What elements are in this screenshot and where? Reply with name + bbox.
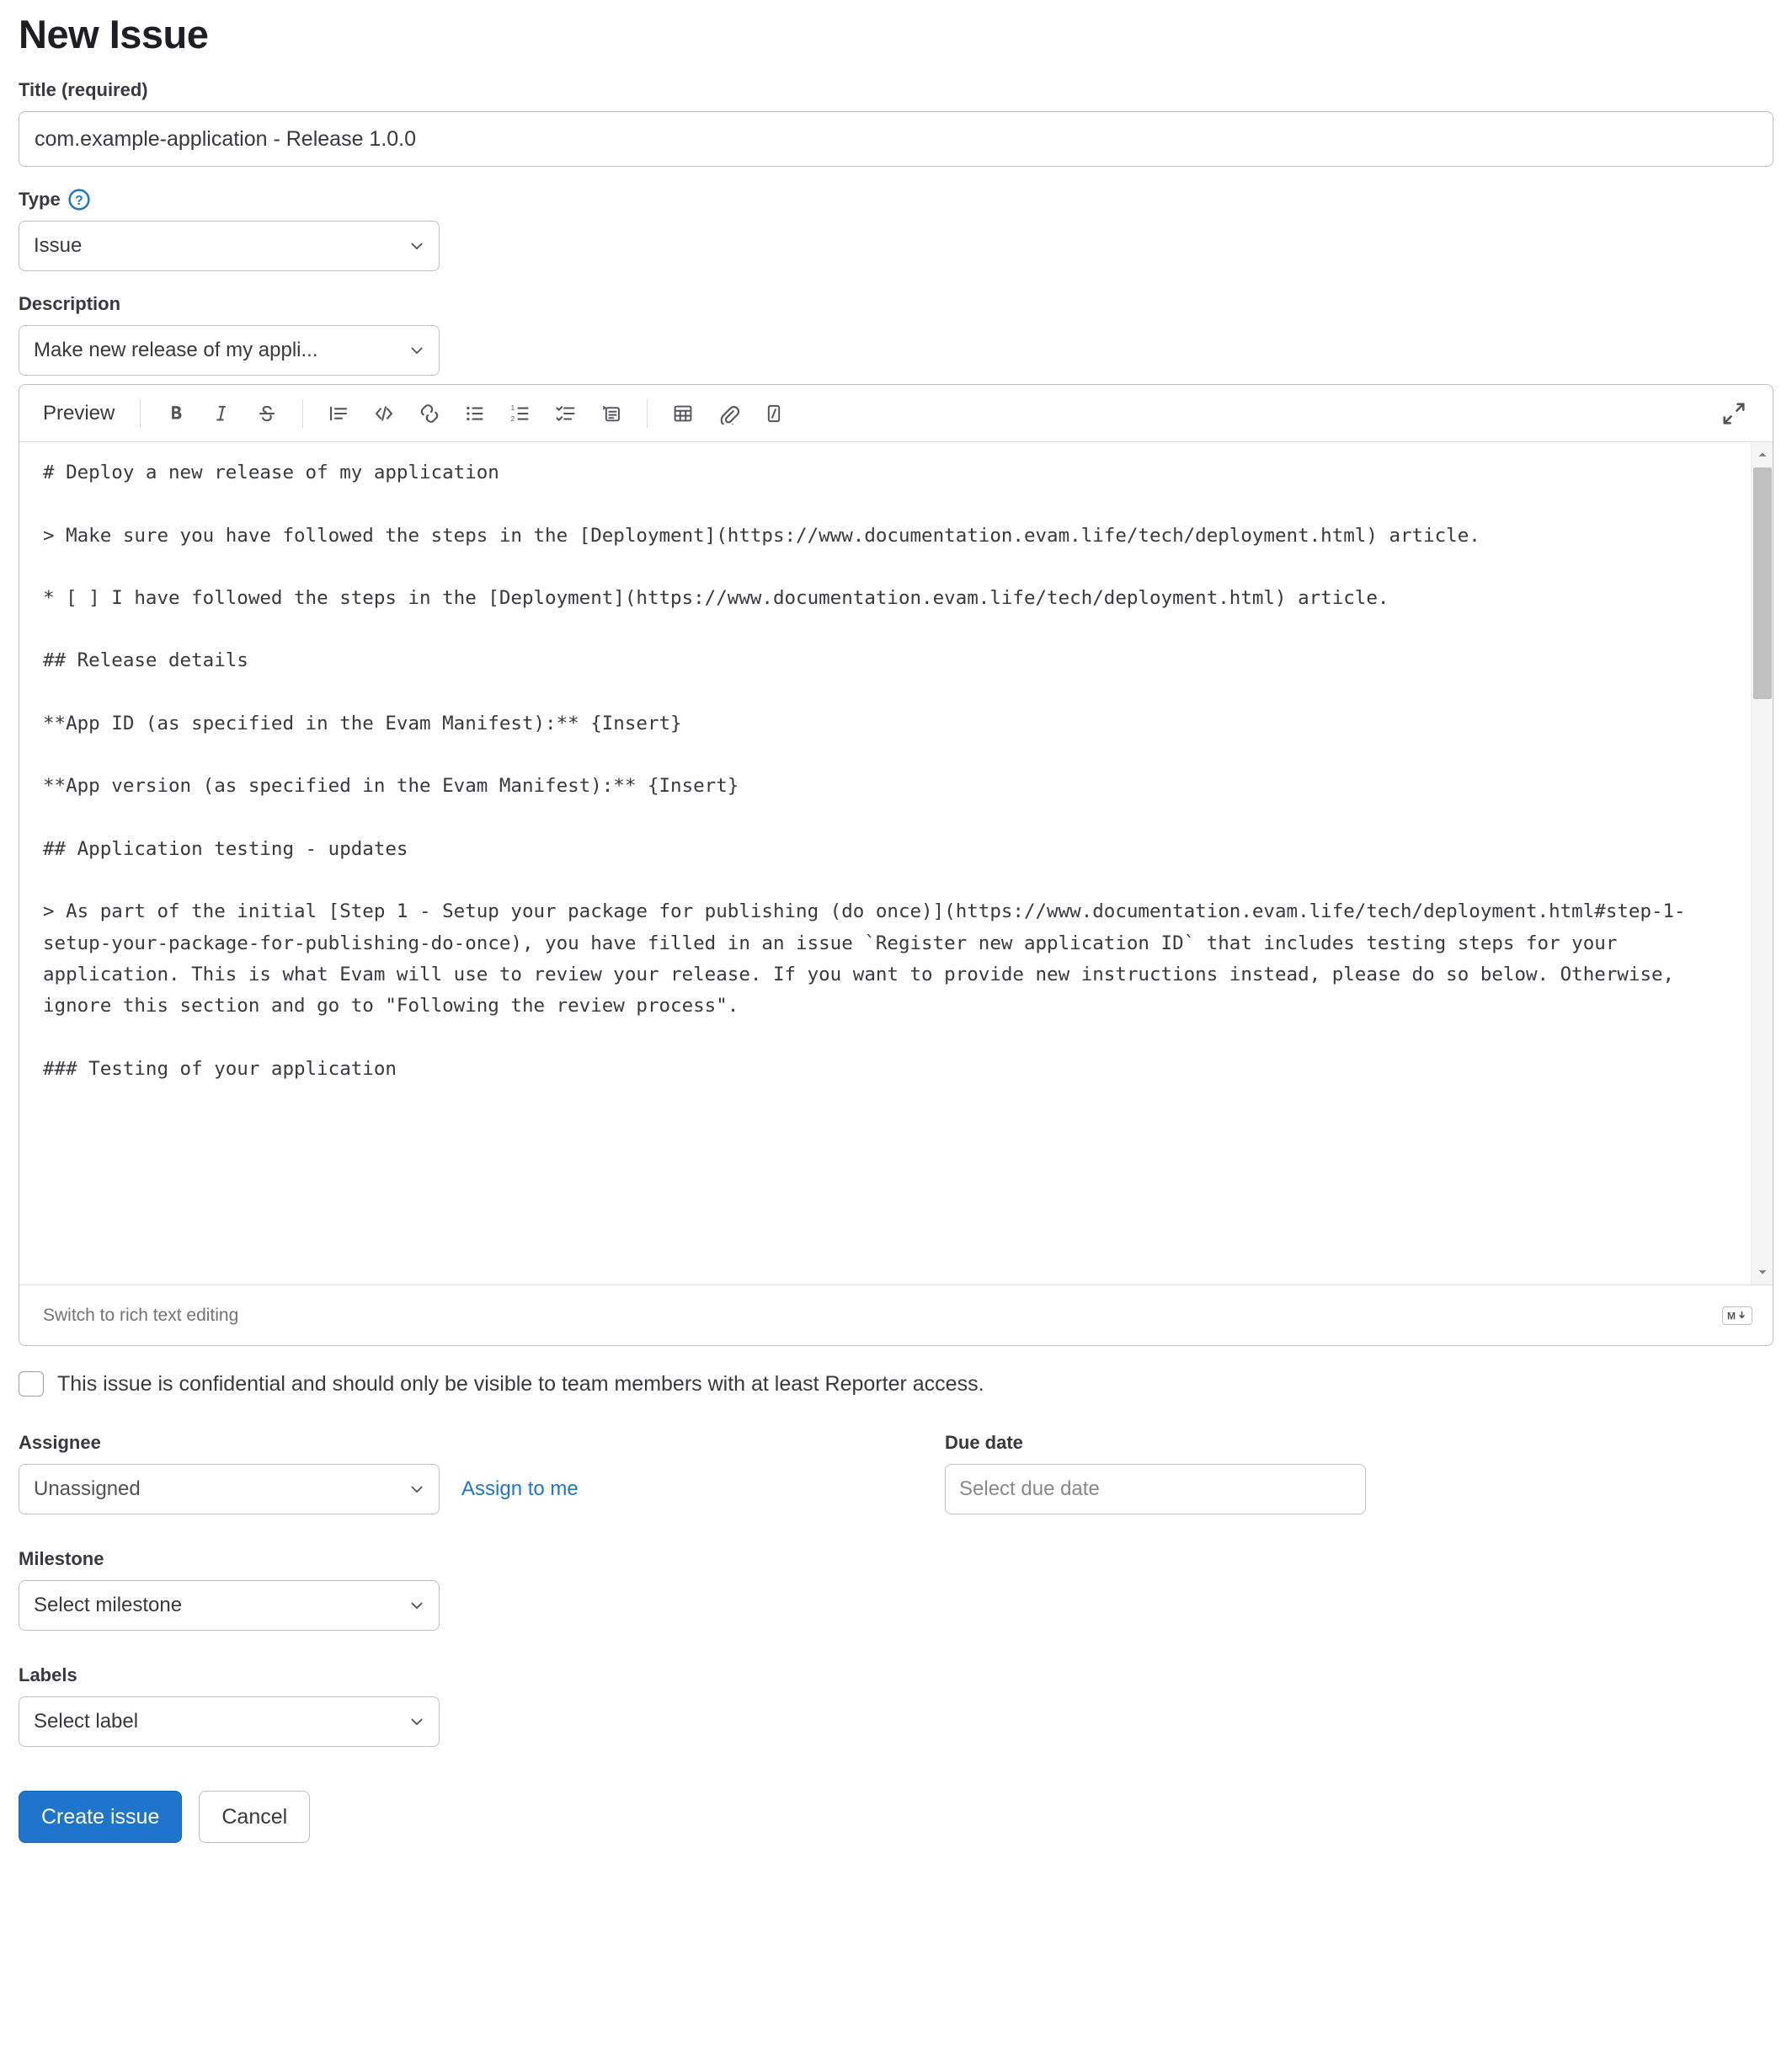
- editor-scrollbar[interactable]: [1751, 442, 1773, 1285]
- confidential-label: This issue is confidential and should on…: [57, 1371, 984, 1396]
- due-date-input[interactable]: [945, 1464, 1366, 1515]
- collapsible-section-icon[interactable]: [592, 394, 631, 433]
- code-icon[interactable]: [365, 394, 403, 433]
- title-field-group: Title (required): [19, 79, 1773, 168]
- labels-select[interactable]: Select label: [19, 1696, 440, 1748]
- toolbar-divider: [647, 398, 648, 428]
- title-input[interactable]: [19, 111, 1773, 168]
- markdown-textarea-wrapper: # Deploy a new release of my application…: [19, 442, 1773, 1285]
- assignee-column: Assignee Unassigned Assign to me: [19, 1432, 945, 1515]
- quote-icon[interactable]: [319, 394, 358, 433]
- assignee-row: Unassigned Assign to me: [19, 1464, 945, 1515]
- assignee-select[interactable]: Unassigned: [19, 1464, 440, 1515]
- preview-button[interactable]: Preview: [36, 397, 126, 430]
- italic-icon[interactable]: [202, 394, 241, 433]
- scroll-up-arrow-icon[interactable]: [1752, 444, 1773, 466]
- milestone-field-group: Milestone Select milestone: [19, 1548, 1773, 1632]
- expand-diagonal-icon[interactable]: [1715, 394, 1753, 433]
- labels-field-group: Labels Select label: [19, 1664, 1773, 1748]
- toolbar-divider: [140, 398, 141, 428]
- switch-to-rich-text-button[interactable]: Switch to rich text editing: [43, 1306, 238, 1326]
- markdown-badge-icon[interactable]: M: [1722, 1306, 1752, 1325]
- due-date-label: Due date: [945, 1432, 1023, 1454]
- description-template-select[interactable]: Make new release of my appli...: [19, 325, 440, 377]
- labels-select-wrap: Select label: [19, 1696, 440, 1748]
- editor-footer: Switch to rich text editing M: [19, 1285, 1773, 1345]
- confidential-checkbox[interactable]: [19, 1371, 44, 1397]
- type-label: Type ?: [19, 189, 1773, 211]
- cancel-button[interactable]: Cancel: [199, 1791, 311, 1844]
- form-actions: Create issue Cancel: [19, 1791, 1773, 1844]
- markdown-textarea[interactable]: # Deploy a new release of my application…: [19, 442, 1773, 1285]
- milestone-select-wrap: Select milestone: [19, 1580, 440, 1632]
- description-template-select-wrap: Make new release of my appli...: [19, 325, 440, 377]
- type-select[interactable]: Issue: [19, 221, 440, 272]
- milestone-select[interactable]: Select milestone: [19, 1580, 440, 1632]
- confidential-row: This issue is confidential and should on…: [19, 1371, 1773, 1397]
- description-label: Description: [19, 293, 121, 315]
- table-icon[interactable]: [664, 394, 702, 433]
- create-issue-button[interactable]: Create issue: [19, 1791, 183, 1844]
- type-label-text: Type: [19, 189, 61, 211]
- new-issue-form: New Issue Title (required) Type ? Issue …: [0, 0, 1792, 1877]
- assignee-label: Assignee: [19, 1432, 101, 1454]
- task-list-icon[interactable]: [547, 394, 585, 433]
- svg-text:M: M: [1727, 1310, 1736, 1322]
- due-date-column: Due date: [945, 1432, 1773, 1515]
- title-label: Title (required): [19, 79, 148, 101]
- link-icon[interactable]: [410, 394, 449, 433]
- strikethrough-icon[interactable]: [248, 394, 286, 433]
- scroll-down-arrow-icon[interactable]: [1752, 1261, 1773, 1283]
- numbered-list-icon[interactable]: 12: [501, 394, 540, 433]
- assignee-duedate-columns: Assignee Unassigned Assign to me Due dat…: [19, 1432, 1773, 1515]
- assignee-select-wrap: Unassigned: [19, 1464, 440, 1515]
- scrollbar-thumb[interactable]: [1753, 467, 1772, 700]
- svg-text:?: ?: [75, 194, 83, 208]
- description-field-group: Description Make new release of my appli…: [19, 293, 1773, 1347]
- labels-label: Labels: [19, 1664, 77, 1686]
- bold-icon[interactable]: [157, 394, 195, 433]
- attachment-icon[interactable]: [709, 394, 748, 433]
- toolbar-divider: [302, 398, 304, 428]
- svg-text:2: 2: [511, 414, 515, 422]
- assign-to-me-link[interactable]: Assign to me: [461, 1477, 579, 1501]
- milestone-label: Milestone: [19, 1548, 104, 1570]
- markdown-editor: Preview 1 2 # Deploy a new release of my…: [19, 384, 1773, 1347]
- type-field-group: Type ? Issue: [19, 189, 1773, 272]
- audio-icon[interactable]: [755, 394, 793, 433]
- svg-text:1: 1: [511, 404, 515, 412]
- editor-toolbar: Preview 1 2: [19, 385, 1773, 443]
- question-circle-icon[interactable]: ?: [68, 189, 90, 211]
- page-title: New Issue: [19, 12, 209, 56]
- type-select-wrap: Issue: [19, 221, 440, 272]
- bullet-list-icon[interactable]: [456, 394, 494, 433]
